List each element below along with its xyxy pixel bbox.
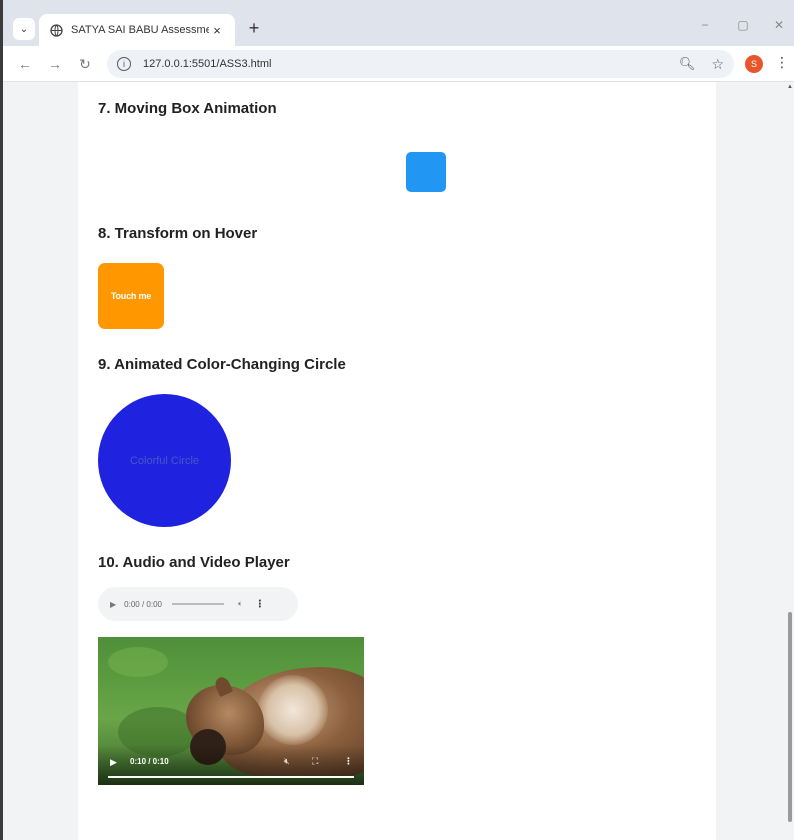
fullscreen-icon[interactable]: ⛶ <box>312 756 318 767</box>
page-scrollbar[interactable]: ▲ <box>786 82 794 840</box>
url-text: 127.0.0.1:5501/ASS3.html <box>143 58 272 70</box>
forward-arrow-icon[interactable]: → <box>45 54 65 74</box>
page-viewport: 7. Moving Box Animation 8. Transform on … <box>3 82 794 840</box>
audio-progress-bar[interactable] <box>171 603 224 605</box>
video-volume-icon[interactable]: 🔇︎ <box>284 756 290 767</box>
maximize-button[interactable]: ▢ <box>733 18 753 36</box>
section-title-color-circle: 9. Animated Color-Changing Circle <box>98 356 346 373</box>
audio-time: 0:00 / 0:00 <box>124 599 162 609</box>
touch-me-box[interactable]: Touch me <box>98 263 164 329</box>
video-play-icon[interactable]: ▶ <box>110 757 117 768</box>
video-more-icon[interactable]: ⋮ <box>344 756 353 767</box>
video-frame-horse-mane <box>258 675 328 745</box>
tab-active[interactable]: SATYA SAI BABU Assessment × <box>39 14 235 46</box>
back-arrow-icon[interactable]: ← <box>15 54 35 74</box>
tab-strip: ⌄ SATYA SAI BABU Assessment × + − ▢ ✕ <box>3 0 794 46</box>
zoom-icon[interactable]: 🔍︎ <box>679 56 696 72</box>
content-card: 7. Moving Box Animation 8. Transform on … <box>78 82 716 840</box>
site-info-icon[interactable]: i <box>117 57 131 71</box>
tab-search-button[interactable]: ⌄ <box>13 18 35 40</box>
audio-more-icon[interactable]: ⋮ <box>255 599 265 610</box>
section-title-moving-box: 7. Moving Box Animation <box>98 100 277 117</box>
audio-volume-icon[interactable]: 🔈︎ <box>238 599 243 609</box>
moving-box <box>406 152 446 192</box>
color-changing-circle: Colorful Circle <box>98 394 231 527</box>
audio-player[interactable]: ▶ 0:00 / 0:00 🔈︎ ⋮ <box>98 587 298 621</box>
video-progress-bar[interactable] <box>108 776 354 778</box>
circle-label: Colorful Circle <box>129 454 200 467</box>
tab-title: SATYA SAI BABU Assessment <box>71 24 209 36</box>
audio-play-icon[interactable]: ▶ <box>110 600 116 609</box>
video-player[interactable]: ▶ 0:10 / 0:10 🔇︎ ⛶ ⋮ <box>98 637 364 785</box>
scroll-up-arrow-icon[interactable]: ▲ <box>787 84 793 90</box>
video-controls: ▶ 0:10 / 0:10 🔇︎ ⛶ ⋮ <box>98 745 364 785</box>
section-title-audio-video: 10. Audio and Video Player <box>98 554 290 571</box>
section-title-transform-hover: 8. Transform on Hover <box>98 225 258 242</box>
tab-close-icon[interactable]: × <box>209 23 225 38</box>
touch-me-label: Touch me <box>110 291 152 301</box>
profile-avatar[interactable]: S <box>745 55 763 73</box>
menu-kebab-icon[interactable]: ⋮ <box>775 54 789 71</box>
close-window-button[interactable]: ✕ <box>769 18 789 36</box>
chevron-down-icon: ⌄ <box>19 23 29 35</box>
minimize-button[interactable]: − <box>695 18 715 36</box>
bookmark-star-icon[interactable]: ☆ <box>711 56 724 73</box>
reload-icon[interactable]: ↻ <box>75 54 95 74</box>
video-time: 0:10 / 0:10 <box>130 757 169 766</box>
new-tab-button[interactable]: + <box>243 18 265 40</box>
video-frame-grass <box>108 647 168 677</box>
scrollbar-thumb[interactable] <box>788 612 792 822</box>
globe-icon <box>49 23 63 37</box>
address-bar[interactable]: i 127.0.0.1:5501/ASS3.html 🔍︎ ☆ <box>107 50 734 78</box>
browser-toolbar: ← → ↻ i 127.0.0.1:5501/ASS3.html 🔍︎ ☆ S … <box>3 46 794 82</box>
